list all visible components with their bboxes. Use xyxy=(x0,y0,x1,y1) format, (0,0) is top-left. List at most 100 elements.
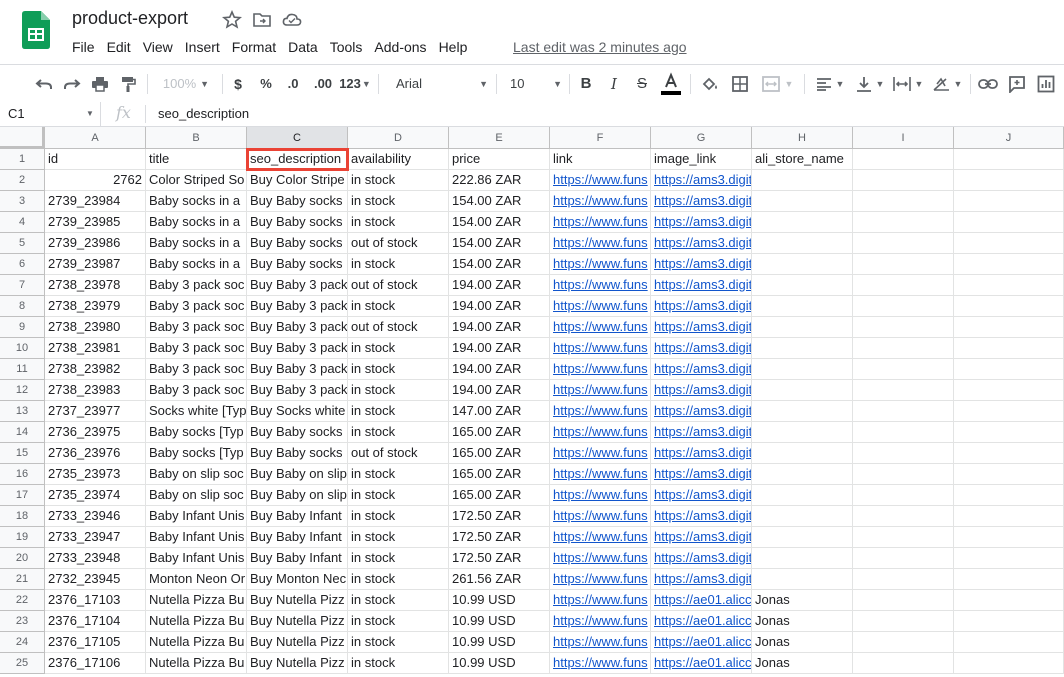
row-header[interactable]: 18 xyxy=(0,506,45,527)
row-header[interactable]: 7 xyxy=(0,275,45,296)
cell-b9[interactable]: Baby 3 pack soc xyxy=(146,317,247,338)
cell-d19[interactable]: in stock xyxy=(348,527,449,548)
cell-a9[interactable]: 2738_23980 xyxy=(45,317,146,338)
row-header[interactable]: 19 xyxy=(0,527,45,548)
cell-c6[interactable]: Buy Baby socks xyxy=(247,254,348,275)
row-header[interactable]: 21 xyxy=(0,569,45,590)
row-header[interactable]: 14 xyxy=(0,422,45,443)
cell-e9[interactable]: 194.00 ZAR xyxy=(449,317,550,338)
cell-j25[interactable] xyxy=(954,653,1064,674)
cell-a14[interactable]: 2736_23975 xyxy=(45,422,146,443)
cell-b12[interactable]: Baby 3 pack soc xyxy=(146,380,247,401)
menu-format[interactable]: Format xyxy=(226,37,282,57)
cell-b6[interactable]: Baby socks in a xyxy=(146,254,247,275)
cell-b20[interactable]: Baby Infant Unis xyxy=(146,548,247,569)
column-header-j[interactable]: J xyxy=(954,127,1064,149)
cell-j22[interactable] xyxy=(954,590,1064,611)
cell-a10[interactable]: 2738_23981 xyxy=(45,338,146,359)
cell-a4[interactable]: 2739_23985 xyxy=(45,212,146,233)
strikethrough-button[interactable]: S xyxy=(632,65,652,102)
cell-e8[interactable]: 194.00 ZAR xyxy=(449,296,550,317)
cell-g15[interactable]: https://ams3.digitaloceanspaces.com/drop… xyxy=(651,443,752,464)
star-icon[interactable] xyxy=(222,10,242,30)
cell-f19[interactable]: https://www.funs xyxy=(550,527,651,548)
cell-e13[interactable]: 147.00 ZAR xyxy=(449,401,550,422)
row-header[interactable]: 12 xyxy=(0,380,45,401)
cell-e21[interactable]: 261.56 ZAR xyxy=(449,569,550,590)
cell-e23[interactable]: 10.99 USD xyxy=(449,611,550,632)
cell-h21[interactable] xyxy=(752,569,853,590)
cell-a25[interactable]: 2376_17106 xyxy=(45,653,146,674)
insert-chart-button[interactable] xyxy=(1035,65,1057,102)
cell-j12[interactable] xyxy=(954,380,1064,401)
cell-f7[interactable]: https://www.funs xyxy=(550,275,651,296)
cell-g18[interactable]: https://ams3.digitaloceanspaces.com/drop… xyxy=(651,506,752,527)
cell-e19[interactable]: 172.50 ZAR xyxy=(449,527,550,548)
cell-f1[interactable]: link xyxy=(550,149,651,170)
cell-a21[interactable]: 2732_23945 xyxy=(45,569,146,590)
cell-d25[interactable]: in stock xyxy=(348,653,449,674)
cell-b23[interactable]: Nutella Pizza Bu xyxy=(146,611,247,632)
cell-i22[interactable] xyxy=(853,590,954,611)
cell-d20[interactable]: in stock xyxy=(348,548,449,569)
cell-d2[interactable]: in stock xyxy=(348,170,449,191)
bold-button[interactable]: B xyxy=(576,65,596,102)
cell-i20[interactable] xyxy=(853,548,954,569)
cell-h24[interactable]: Jonas xyxy=(752,632,853,653)
row-header[interactable]: 3 xyxy=(0,191,45,212)
row-header[interactable]: 6 xyxy=(0,254,45,275)
cell-j19[interactable] xyxy=(954,527,1064,548)
cell-j17[interactable] xyxy=(954,485,1064,506)
cell-h3[interactable] xyxy=(752,191,853,212)
cell-c22[interactable]: Buy Nutella Pizz xyxy=(247,590,348,611)
cell-a16[interactable]: 2735_23973 xyxy=(45,464,146,485)
cell-f17[interactable]: https://www.funs xyxy=(550,485,651,506)
cell-g6[interactable]: https://ams3.digitaloceanspaces.com/drop… xyxy=(651,254,752,275)
cell-e18[interactable]: 172.50 ZAR xyxy=(449,506,550,527)
cell-a5[interactable]: 2739_23986 xyxy=(45,233,146,254)
column-header-h[interactable]: H xyxy=(752,127,853,149)
cell-g16[interactable]: https://ams3.digitaloceanspaces.com/drop… xyxy=(651,464,752,485)
cell-b8[interactable]: Baby 3 pack soc xyxy=(146,296,247,317)
cell-i25[interactable] xyxy=(853,653,954,674)
row-header[interactable]: 5 xyxy=(0,233,45,254)
cell-i14[interactable] xyxy=(853,422,954,443)
insert-comment-button[interactable] xyxy=(1006,65,1028,102)
cell-d15[interactable]: out of stock xyxy=(348,443,449,464)
cell-j24[interactable] xyxy=(954,632,1064,653)
print-button[interactable] xyxy=(88,65,112,102)
column-header-f[interactable]: F xyxy=(550,127,651,149)
cell-f14[interactable]: https://www.funs xyxy=(550,422,651,443)
cell-h10[interactable] xyxy=(752,338,853,359)
cell-b19[interactable]: Baby Infant Unis xyxy=(146,527,247,548)
cell-j5[interactable] xyxy=(954,233,1064,254)
cell-g8[interactable]: https://ams3.digitaloceanspaces.com/drop… xyxy=(651,296,752,317)
cell-e3[interactable]: 154.00 ZAR xyxy=(449,191,550,212)
cell-e25[interactable]: 10.99 USD xyxy=(449,653,550,674)
cell-i7[interactable] xyxy=(853,275,954,296)
cell-i19[interactable] xyxy=(853,527,954,548)
cell-g2[interactable]: https://ams3.digitaloceanspaces.com/drop… xyxy=(651,170,752,191)
menu-view[interactable]: View xyxy=(137,37,179,57)
cell-g9[interactable]: https://ams3.digitaloceanspaces.com/drop… xyxy=(651,317,752,338)
cell-h19[interactable] xyxy=(752,527,853,548)
cell-g19[interactable]: https://ams3.digitaloceanspaces.com/drop… xyxy=(651,527,752,548)
cell-d4[interactable]: in stock xyxy=(348,212,449,233)
cell-c18[interactable]: Buy Baby Infant xyxy=(247,506,348,527)
cell-i2[interactable] xyxy=(853,170,954,191)
cell-d3[interactable]: in stock xyxy=(348,191,449,212)
cell-f21[interactable]: https://www.funs xyxy=(550,569,651,590)
cell-e10[interactable]: 194.00 ZAR xyxy=(449,338,550,359)
cell-i11[interactable] xyxy=(853,359,954,380)
cell-e4[interactable]: 154.00 ZAR xyxy=(449,212,550,233)
cell-h17[interactable] xyxy=(752,485,853,506)
cell-a6[interactable]: 2739_23987 xyxy=(45,254,146,275)
paint-format-button[interactable] xyxy=(116,65,140,102)
cell-j16[interactable] xyxy=(954,464,1064,485)
cell-j9[interactable] xyxy=(954,317,1064,338)
cell-b15[interactable]: Baby socks [Typ xyxy=(146,443,247,464)
cell-c13[interactable]: Buy Socks white xyxy=(247,401,348,422)
row-header[interactable]: 13 xyxy=(0,401,45,422)
cell-j10[interactable] xyxy=(954,338,1064,359)
cell-i8[interactable] xyxy=(853,296,954,317)
